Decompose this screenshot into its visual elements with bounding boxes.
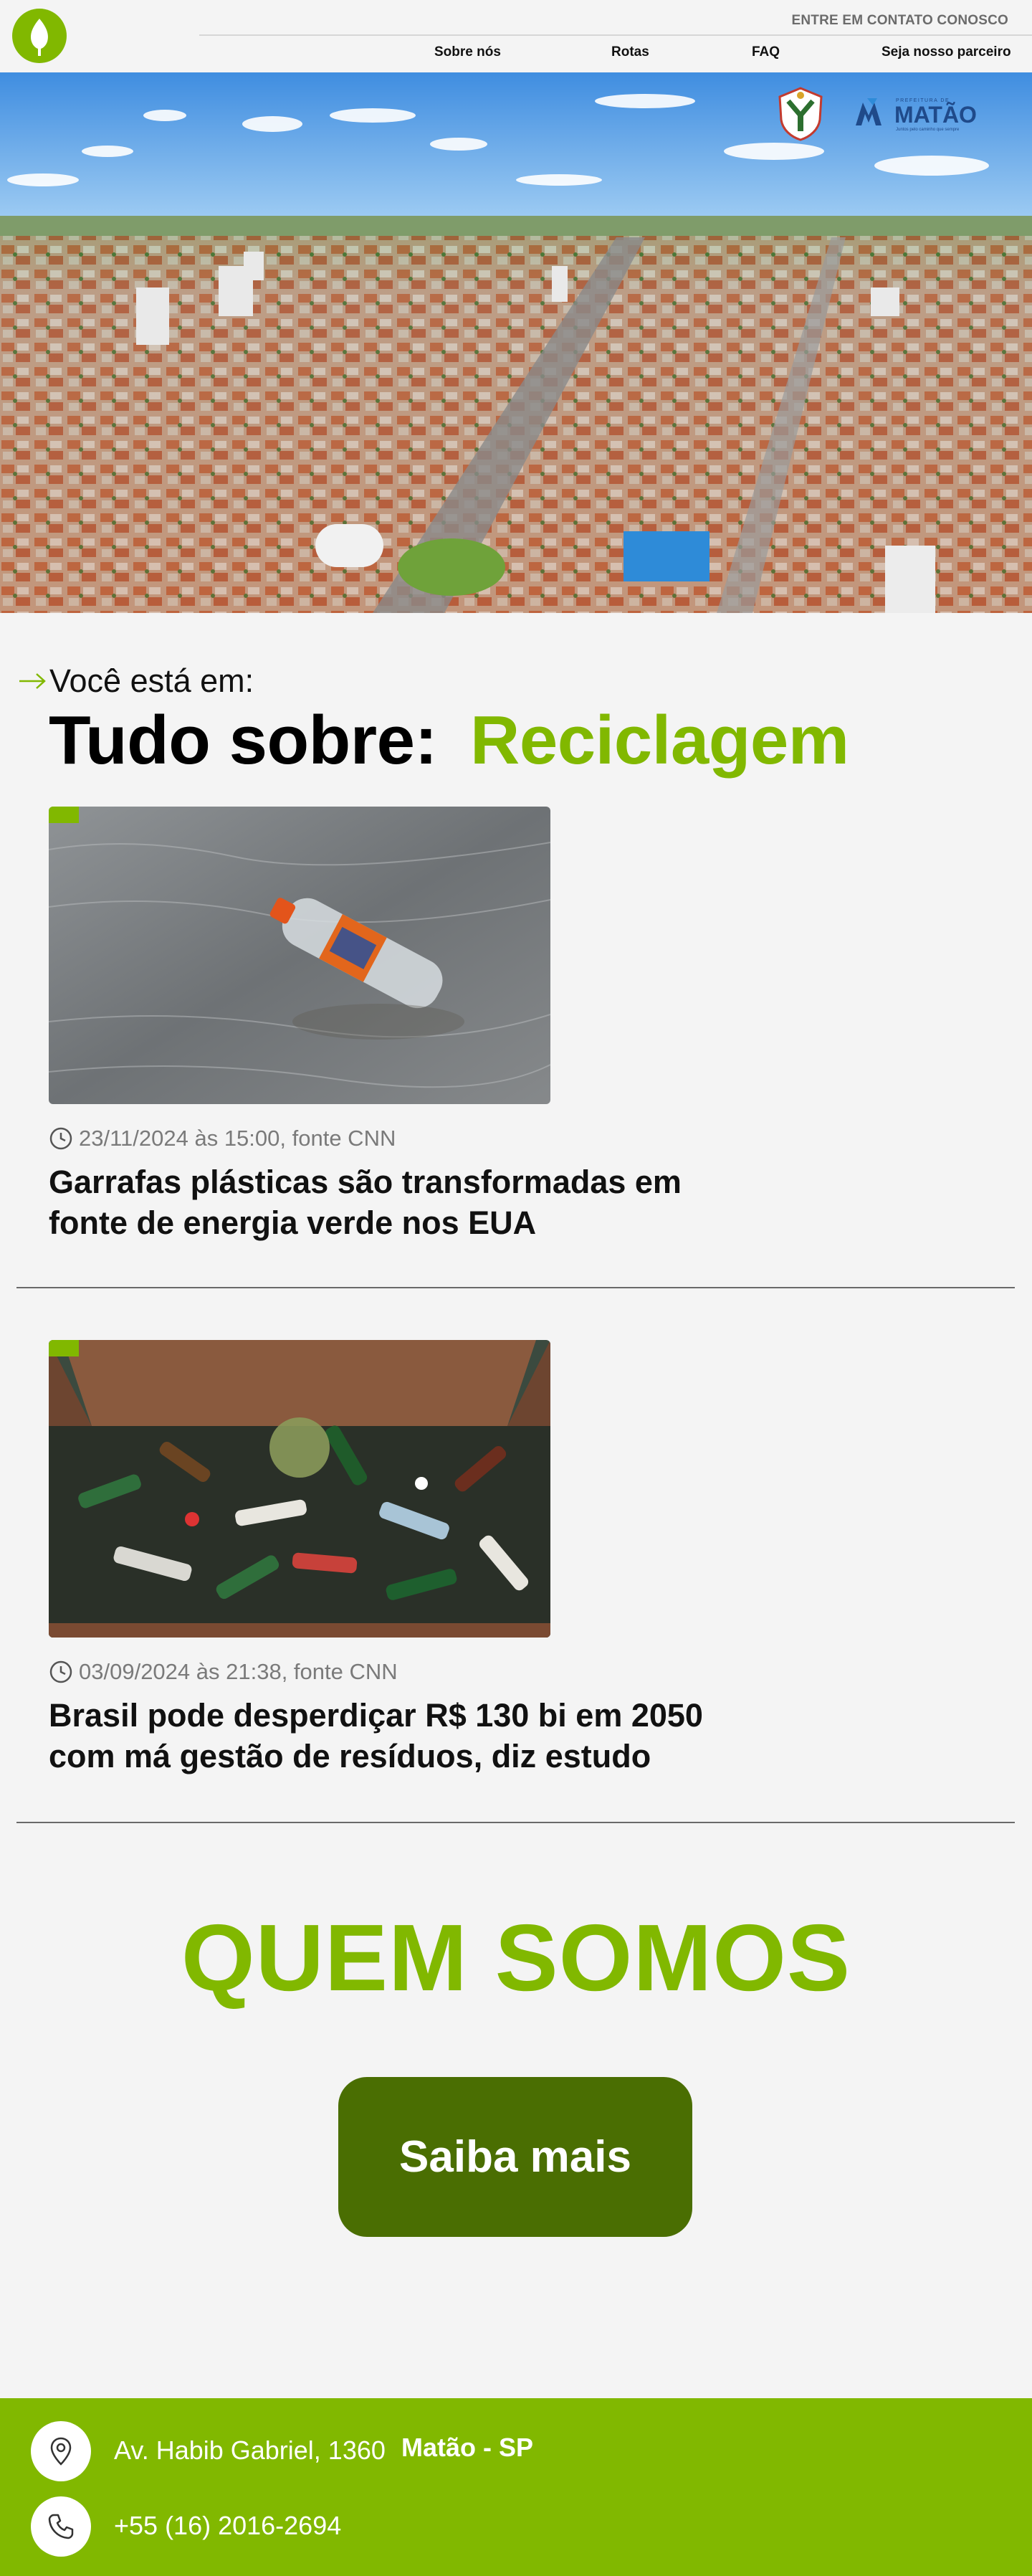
- hero-banner: PREFEITURA DE MATÃO Juntos pelo caminho …: [0, 72, 1032, 613]
- plastic-bottle-image: [49, 807, 550, 1104]
- page-title-prefix: Tudo sobre:: [49, 702, 438, 779]
- glass-bottles-dumpster-image: [49, 1340, 550, 1638]
- image-tag: [49, 807, 79, 823]
- nav-item-sobre-nos[interactable]: Sobre nós: [434, 44, 501, 60]
- city-aerial-image: [0, 72, 1032, 613]
- page-title-topic: Reciclagem: [470, 702, 849, 779]
- page-title: Tudo sobre: Reciclagem: [49, 701, 849, 780]
- breadcrumb-label: Você está em:: [49, 662, 254, 699]
- matao-partner-logo[interactable]: PREFEITURA DE MATÃO Juntos pelo caminho …: [853, 91, 985, 133]
- article-title[interactable]: Brasil pode desperdiçar R$ 130 bi em 205…: [49, 1695, 765, 1777]
- footer-phone[interactable]: +55 (16) 2016-2694: [114, 2511, 341, 2541]
- clock-icon: [49, 1127, 72, 1150]
- article-date-source: 03/09/2024 às 21:38, fonte CNN: [79, 1659, 398, 1684]
- header-rule: [199, 34, 1032, 36]
- arrow-right-icon: [19, 673, 46, 689]
- contact-link[interactable]: ENTRE EM CONTATO CONOSCO: [792, 13, 1008, 29]
- footer-city: Matão - SP: [401, 2433, 534, 2462]
- site-header: ENTRE EM CONTATO CONOSCO Sobre nós Rotas…: [0, 0, 1032, 72]
- nav-item-rotas[interactable]: Rotas: [611, 44, 649, 60]
- breadcrumb: Você está em:: [18, 662, 254, 699]
- nav-item-parceiro[interactable]: Seja nosso parceiro: [882, 44, 1011, 60]
- location-pin-icon: [31, 2421, 91, 2481]
- article-image[interactable]: [49, 807, 550, 1104]
- news-card[interactable]: 23/11/2024 às 15:00, fonte CNN Garrafas …: [0, 807, 1032, 1244]
- article-title[interactable]: Garrafas plásticas são transformadas em …: [49, 1161, 765, 1243]
- nav-item-faq[interactable]: FAQ: [752, 44, 780, 60]
- article-date-source: 23/11/2024 às 15:00, fonte CNN: [79, 1126, 396, 1151]
- article-meta: 23/11/2024 às 15:00, fonte CNN: [49, 1126, 396, 1151]
- city-seal-icon: [773, 85, 828, 141]
- news-card[interactable]: 03/09/2024 às 21:38, fonte CNN Brasil po…: [0, 1340, 1032, 1777]
- learn-more-button[interactable]: Saiba mais: [338, 2077, 692, 2237]
- about-heading: QUEM SOMOS: [181, 1905, 851, 2010]
- clock-icon: [49, 1660, 72, 1683]
- image-tag: [49, 1340, 79, 1356]
- article-divider: [16, 1287, 1015, 1288]
- article-meta: 03/09/2024 às 21:38, fonte CNN: [49, 1659, 398, 1685]
- footer-address: Av. Habib Gabriel, 1360: [114, 2435, 386, 2465]
- article-image[interactable]: [49, 1340, 550, 1638]
- phone-icon: [31, 2496, 91, 2557]
- site-footer: Av. Habib Gabriel, 1360 Matão - SP +55 (…: [0, 2398, 1032, 2576]
- main-nav: Sobre nós Rotas FAQ Seja nosso parceiro: [0, 44, 1032, 66]
- article-divider: [16, 1822, 1015, 1823]
- svg-text:Juntos pelo caminho que sempre: Juntos pelo caminho que sempre: [896, 128, 960, 132]
- svg-text:MATÃO: MATÃO: [894, 102, 977, 128]
